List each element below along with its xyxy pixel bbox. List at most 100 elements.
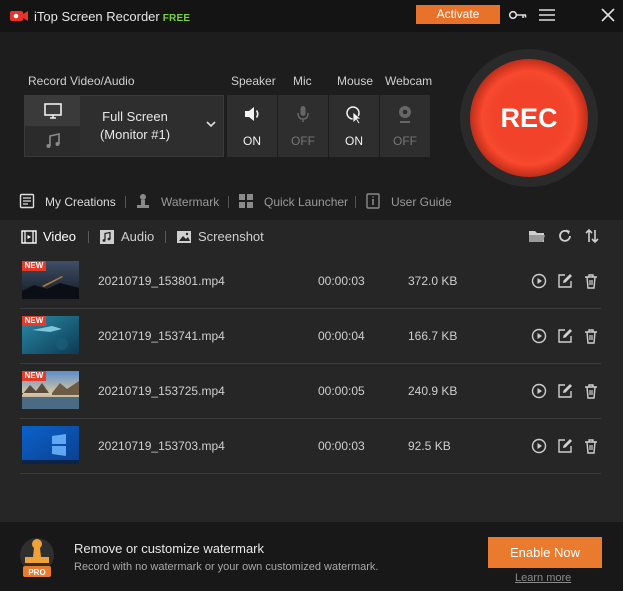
menu-icon[interactable]: [537, 6, 557, 24]
file-duration: 00:00:03: [318, 439, 365, 453]
sort-icon[interactable]: [583, 227, 601, 245]
file-row[interactable]: NEW 20210719_153725.mp4 00:00:05 240.9 K…: [20, 364, 601, 419]
music-note-icon: [46, 133, 60, 148]
file-size: 372.0 KB: [408, 274, 458, 288]
watermark-icon: [137, 194, 149, 208]
file-size: 240.9 KB: [408, 384, 458, 398]
file-duration: 00:00:05: [318, 384, 365, 398]
pro-badge-text: PRO: [28, 568, 45, 577]
screen-source-button[interactable]: [25, 96, 80, 126]
speaker-label: Speaker: [231, 74, 276, 88]
webcam-toggle[interactable]: OFF: [380, 95, 430, 157]
source-detail: (Monitor #1): [99, 127, 171, 142]
enable-now-button[interactable]: Enable Now: [488, 537, 602, 568]
file-size: 92.5 KB: [408, 439, 451, 453]
mouse-cursor-icon: [346, 106, 363, 124]
play-icon[interactable]: [531, 438, 547, 454]
delete-icon[interactable]: [583, 383, 599, 399]
app-logo-icon: [10, 11, 28, 21]
delete-icon[interactable]: [583, 438, 599, 454]
delete-icon[interactable]: [583, 328, 599, 344]
edit-icon[interactable]: [557, 273, 573, 289]
nav-label: Quick Launcher: [264, 195, 349, 209]
key-icon[interactable]: [508, 6, 528, 24]
refresh-icon[interactable]: [556, 227, 574, 245]
play-icon[interactable]: [531, 273, 547, 289]
new-badge: NEW: [22, 371, 46, 381]
file-duration: 00:00:03: [318, 274, 365, 288]
chevron-down-icon[interactable]: [205, 120, 217, 128]
app-title: iTop Screen Recorder FREE: [34, 9, 190, 24]
nav-divider: [355, 196, 356, 208]
mouse-state: ON: [345, 134, 363, 148]
edit-icon[interactable]: [557, 438, 573, 454]
monitor-icon: [44, 103, 62, 119]
screenshot-icon: [177, 231, 191, 243]
tab-video[interactable]: Video: [21, 229, 81, 245]
activate-button[interactable]: Activate: [416, 5, 500, 24]
video-thumbnail: [22, 426, 79, 464]
tab-screenshot[interactable]: Screenshot: [176, 229, 266, 245]
edition-badge: FREE: [162, 13, 191, 24]
nav-label: Watermark: [161, 195, 220, 209]
tab-label: Video: [43, 229, 77, 244]
file-row[interactable]: NEW 20210719_153801.mp4 00:00:03 372.0 K…: [20, 254, 601, 309]
learn-more-link[interactable]: Learn more: [515, 572, 571, 584]
nav-watermark[interactable]: Watermark: [135, 193, 225, 211]
file-name: 20210719_153801.mp4: [98, 274, 225, 288]
rec-label[interactable]: REC: [483, 72, 575, 164]
nav-user-guide[interactable]: User Guide: [365, 193, 455, 211]
file-size: 166.7 KB: [408, 329, 458, 343]
promo-subtitle: Record with no watermark or your own cus…: [74, 561, 379, 573]
webcam-icon: [399, 106, 411, 123]
speaker-state: ON: [243, 134, 261, 148]
new-badge: NEW: [22, 316, 46, 326]
creations-icon: [19, 193, 35, 209]
speaker-icon: [245, 107, 259, 121]
file-name: 20210719_153725.mp4: [98, 384, 225, 398]
audio-icon: [100, 230, 114, 244]
edit-icon[interactable]: [557, 383, 573, 399]
tab-divider: [88, 231, 89, 243]
source-name: Full Screen: [102, 109, 168, 124]
mouse-toggle[interactable]: ON: [329, 95, 379, 157]
nav-divider: [228, 196, 229, 208]
mic-toggle[interactable]: OFF: [278, 95, 328, 157]
tab-divider: [165, 231, 166, 243]
record-section-label: Record Video/Audio: [28, 74, 135, 88]
new-badge: NEW: [22, 261, 46, 271]
nav-label: User Guide: [391, 195, 452, 209]
speaker-toggle[interactable]: ON: [227, 95, 277, 157]
file-name: 20210719_153741.mp4: [98, 329, 225, 343]
pro-watermark-icon: PRO: [20, 538, 54, 577]
quick-launcher-icon: [239, 194, 253, 208]
play-icon[interactable]: [531, 328, 547, 344]
user-guide-icon: [366, 193, 380, 209]
edit-icon[interactable]: [557, 328, 573, 344]
record-source-text[interactable]: Full Screen (Monitor #1): [80, 108, 190, 144]
tab-label: Screenshot: [198, 229, 264, 244]
mic-state: OFF: [291, 134, 315, 148]
mouse-label: Mouse: [337, 74, 374, 88]
nav-label: My Creations: [45, 195, 116, 209]
close-icon[interactable]: [598, 6, 618, 24]
folder-icon[interactable]: [528, 227, 546, 245]
file-row[interactable]: 20210719_153703.mp4 00:00:03 92.5 KB: [20, 419, 601, 474]
play-icon[interactable]: [531, 383, 547, 399]
tab-label: Audio: [121, 229, 155, 244]
video-icon: [21, 230, 37, 244]
file-duration: 00:00:04: [318, 329, 365, 343]
nav-divider: [125, 196, 126, 208]
nav-my-creations[interactable]: My Creations: [19, 193, 119, 211]
file-name: 20210719_153703.mp4: [98, 439, 225, 453]
file-row[interactable]: NEW 20210719_153741.mp4 00:00:04 166.7 K…: [20, 309, 601, 364]
mic-label: Mic: [293, 74, 312, 88]
nav-quick-launcher[interactable]: Quick Launcher: [238, 193, 353, 211]
tab-audio[interactable]: Audio: [99, 229, 159, 245]
audio-source-button[interactable]: [25, 127, 80, 156]
webcam-label: Webcam: [385, 74, 433, 88]
mic-icon: [297, 106, 309, 122]
webcam-state: OFF: [393, 134, 417, 148]
promo-title: Remove or customize watermark: [74, 541, 264, 556]
delete-icon[interactable]: [583, 273, 599, 289]
